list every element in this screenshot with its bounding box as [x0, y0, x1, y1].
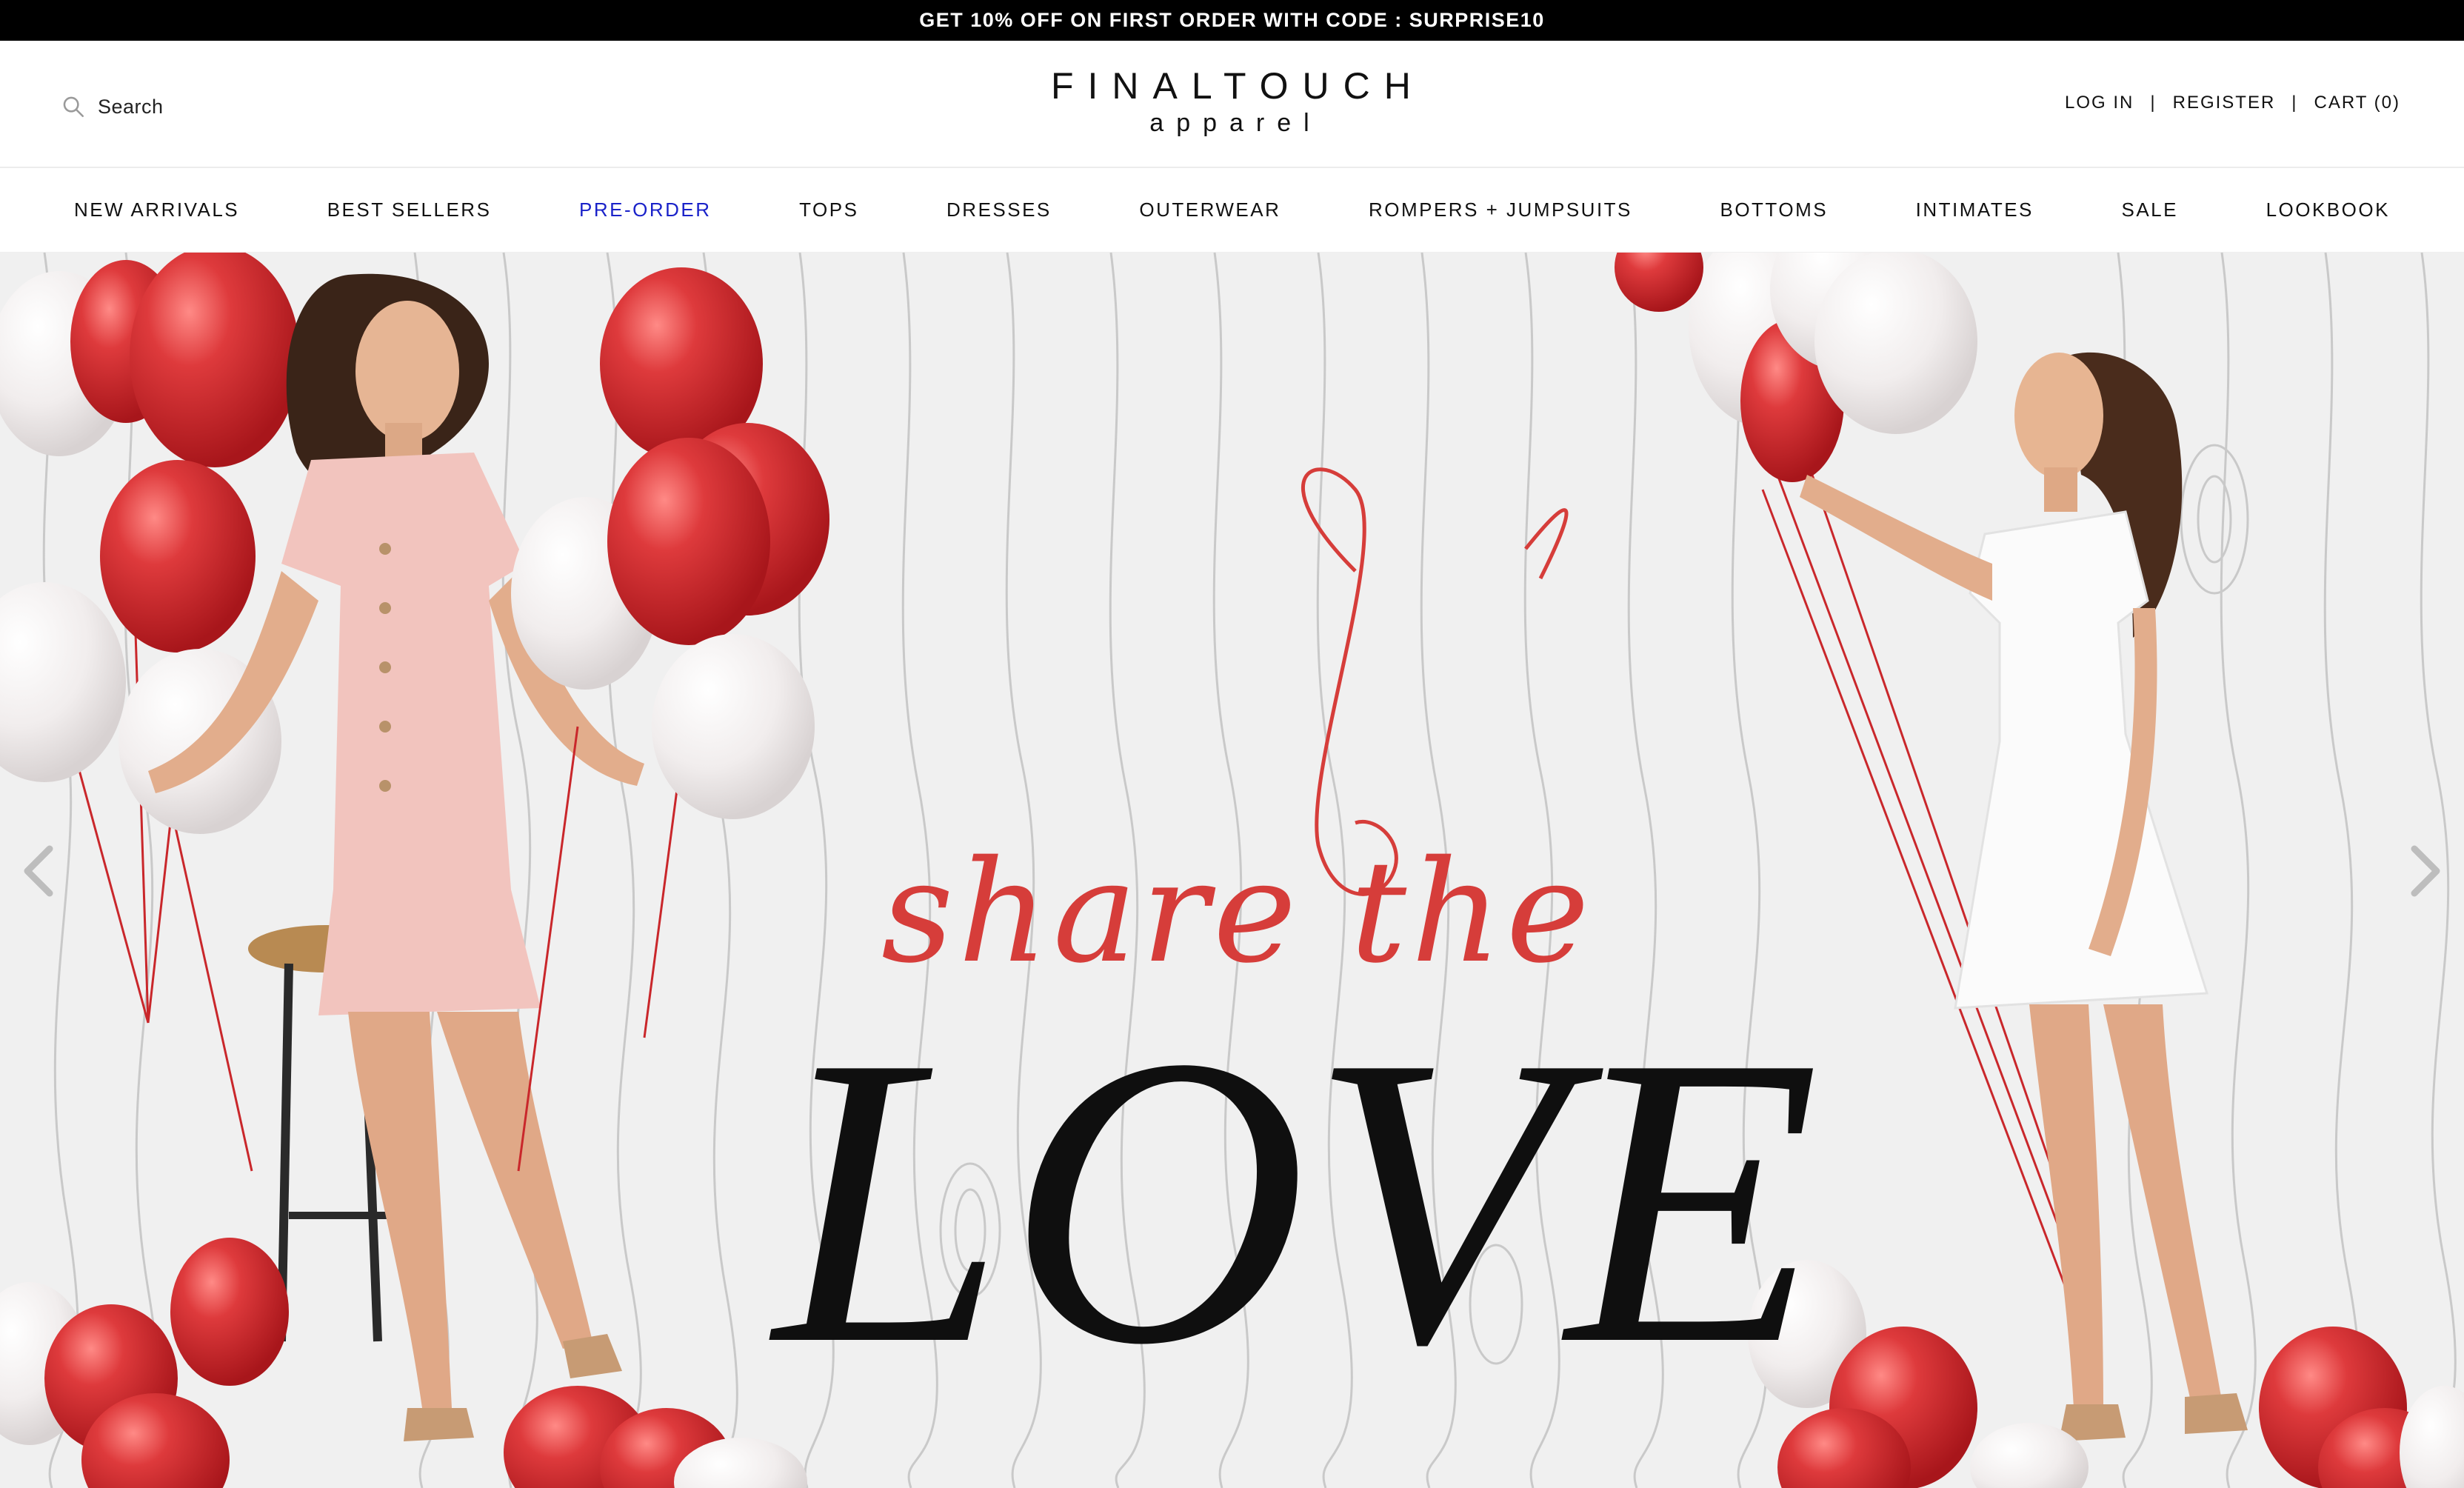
logo-subtitle: apparel	[1149, 109, 1322, 137]
site-logo[interactable]: FINALTOUCH apparel	[1037, 64, 1422, 138]
nav-item-bottoms[interactable]: BOTTOMS	[1720, 198, 1828, 221]
nav-item-outerwear[interactable]: OUTERWEAR	[1139, 198, 1281, 221]
nav-item-tops[interactable]: TOPS	[799, 198, 858, 221]
register-link[interactable]: REGISTER	[2173, 93, 2276, 113]
nav-item-pre-order[interactable]: PRE-ORDER	[579, 198, 712, 221]
search-field[interactable]: Search	[61, 94, 164, 119]
script-swash-right	[1524, 508, 1569, 580]
hero-script-text: share the	[881, 830, 1594, 994]
nav-item-dresses[interactable]: DRESSES	[946, 198, 1052, 221]
chevron-right-icon[interactable]	[2403, 838, 2448, 904]
cart-link[interactable]: CART (0)	[2314, 93, 2400, 113]
announcement-bar: GET 10% OFF ON FIRST ORDER WITH CODE : S…	[0, 0, 2464, 41]
right-floor-balloons	[1748, 1260, 2464, 1488]
right-model-figure	[1800, 352, 2248, 1441]
hero-headline: LOVE	[774, 971, 1823, 1430]
account-links: LOG IN | REGISTER | CART (0)	[2065, 93, 2400, 113]
nav-item-lookbook[interactable]: LOOKBOOK	[2266, 198, 2390, 221]
chevron-left-icon[interactable]	[16, 838, 61, 904]
separator: |	[2150, 93, 2157, 113]
search-label: Search	[98, 95, 164, 118]
site-header: Search FINALTOUCH apparel LOG IN | REGIS…	[0, 41, 2464, 168]
nav-item-rompers-jumpsuits[interactable]: ROMPERS + JUMPSUITS	[1369, 198, 1632, 221]
login-link[interactable]: LOG IN	[2065, 93, 2134, 113]
main-navigation: NEW ARRIVALS BEST SELLERS PRE-ORDER TOPS…	[0, 168, 2464, 253]
hero-banner[interactable]: share the LOVE	[0, 253, 2464, 1488]
separator: |	[2291, 93, 2298, 113]
nav-item-sale[interactable]: SALE	[2121, 198, 2178, 221]
nav-item-new-arrivals[interactable]: NEW ARRIVALS	[74, 198, 239, 221]
announcement-text: GET 10% OFF ON FIRST ORDER WITH CODE : S…	[919, 9, 1545, 31]
nav-item-best-sellers[interactable]: BEST SELLERS	[327, 198, 492, 221]
logo-wordmark: FINALTOUCH	[1051, 65, 1425, 107]
nav-item-intimates[interactable]: INTIMATES	[1916, 198, 2034, 221]
search-icon	[63, 96, 84, 118]
